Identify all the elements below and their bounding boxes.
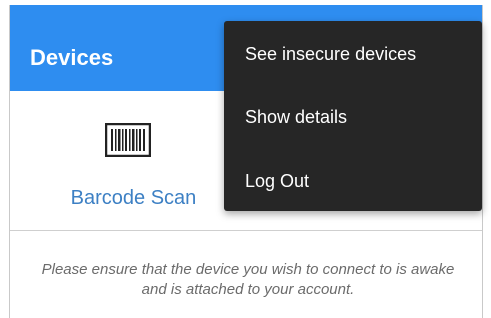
- connection-hint: Please ensure that the device you wish t…: [41, 261, 455, 298]
- menu-item-see-insecure-devices[interactable]: See insecure devices: [245, 44, 416, 65]
- overflow-menu: See insecure devices Show details Log Ou…: [224, 21, 482, 211]
- divider: [10, 230, 482, 231]
- menu-item-show-details[interactable]: Show details: [245, 107, 347, 128]
- barcode-scan-tab[interactable]: Barcode Scan: [46, 105, 206, 215]
- barcode-icon: [105, 123, 151, 157]
- menu-item-log-out[interactable]: Log Out: [245, 171, 309, 192]
- app-title: Devices: [30, 45, 114, 70]
- barcode-scan-label: Barcode Scan: [70, 187, 197, 209]
